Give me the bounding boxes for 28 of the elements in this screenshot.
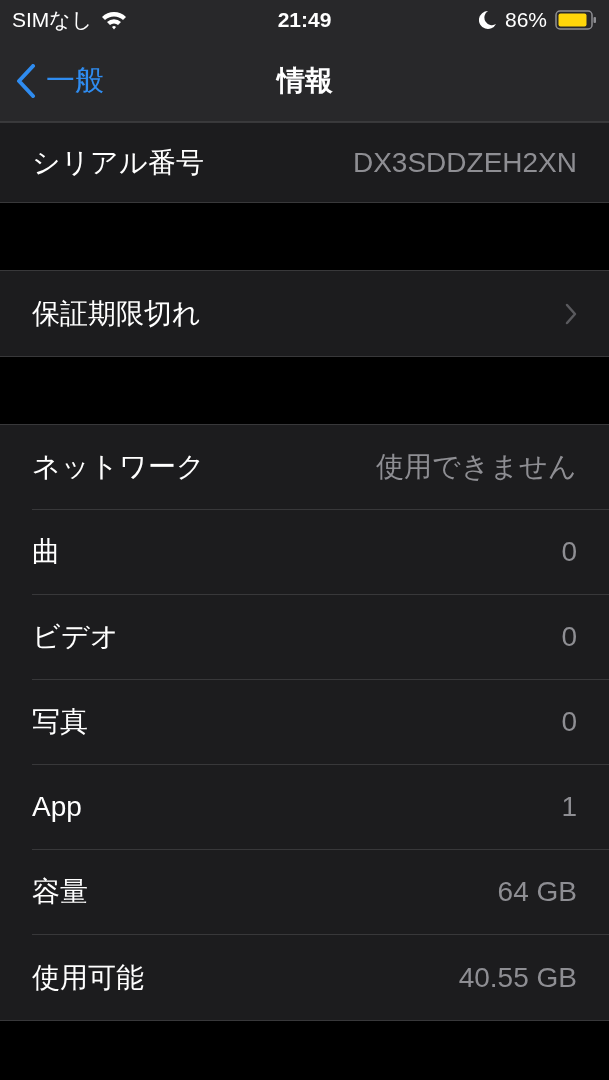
page-title: 情報 <box>276 63 333 98</box>
row-value: DX3SDDZEH2XN <box>352 146 577 179</box>
row-label: ネットワーク <box>32 450 205 484</box>
row-value: 使用できません <box>376 450 577 484</box>
list-row[interactable]: 保証期限切れ <box>32 271 609 356</box>
row-value: 0 <box>561 536 577 568</box>
row-label: シリアル番号 <box>32 145 204 180</box>
back-button[interactable]: 一般 <box>0 59 110 102</box>
clock-time: 21:49 <box>277 8 332 32</box>
carrier-label: SIMなし <box>12 7 94 33</box>
wifi-icon <box>101 10 128 30</box>
row-label: 保証期限切れ <box>32 296 201 331</box>
row-label: 使用可能 <box>32 960 144 995</box>
row-value: 64 GB <box>497 876 577 908</box>
battery-percent: 86% <box>504 8 547 32</box>
row-label: 曲 <box>32 535 60 569</box>
row-label: ビデオ <box>32 620 119 654</box>
chevron-icon <box>565 302 577 325</box>
row-label: 写真 <box>32 705 88 739</box>
back-chevron-icon <box>16 63 36 98</box>
row-label: App <box>32 791 82 823</box>
row-value: 40.55 GB <box>458 961 577 994</box>
battery-icon <box>555 9 597 31</box>
moon-icon <box>478 10 497 30</box>
row-value: 0 <box>561 621 577 653</box>
row-value: 1 <box>561 791 577 823</box>
row-label: 容量 <box>32 875 88 909</box>
row-value: 0 <box>561 706 577 738</box>
